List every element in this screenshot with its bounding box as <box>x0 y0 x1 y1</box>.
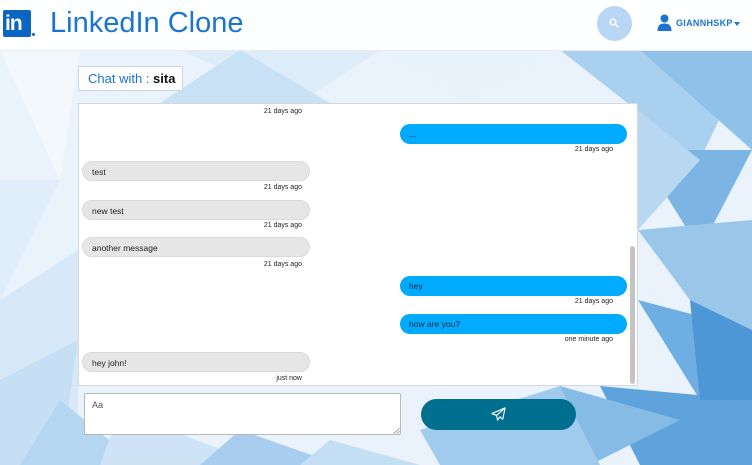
outgoing-message: hey <box>400 276 627 296</box>
chat-scrollbar[interactable] <box>630 246 635 384</box>
incoming-message: new test <box>82 200 310 220</box>
message-timestamp: 21 days ago <box>263 222 302 229</box>
message-list[interactable]: 21 days ago ... 21 days ago test 21 days… <box>78 103 638 386</box>
message-timestamp: 21 days ago <box>263 108 302 115</box>
message-timestamp: 21 days ago <box>574 146 613 153</box>
resize-grip-icon[interactable] <box>393 427 400 434</box>
incoming-message: hey john! <box>82 352 310 372</box>
outgoing-message: ... <box>400 124 627 144</box>
top-navbar: in LinkedIn Clone GIANNHSKP <box>0 0 752 51</box>
chat-with-label: Chat with : <box>88 71 154 86</box>
linkedin-logo[interactable]: in <box>3 10 31 37</box>
logo-dot <box>32 33 35 36</box>
message-input[interactable] <box>84 393 401 435</box>
username[interactable]: GIANNHSKP <box>676 18 733 28</box>
message-timestamp: one minute ago <box>564 336 613 343</box>
chat-header: Chat with : sita <box>78 66 183 91</box>
chat-partner-name: sita <box>153 71 176 86</box>
message-timestamp: 21 days ago <box>263 184 302 191</box>
search-button[interactable] <box>597 6 632 41</box>
send-button[interactable] <box>421 399 576 430</box>
message-timestamp: just now <box>276 375 302 382</box>
caret-down-icon[interactable] <box>734 22 740 26</box>
app-title[interactable]: LinkedIn Clone <box>50 6 243 40</box>
paper-plane-icon <box>491 407 506 421</box>
search-icon <box>609 18 619 28</box>
incoming-message: another message <box>82 237 310 257</box>
message-timestamp: 21 days ago <box>263 261 302 268</box>
user-icon <box>657 14 672 31</box>
outgoing-message: how are you? <box>400 314 627 334</box>
logo-text: in <box>5 12 23 35</box>
message-timestamp: 21 days ago <box>574 298 613 305</box>
incoming-message: test <box>82 161 310 181</box>
